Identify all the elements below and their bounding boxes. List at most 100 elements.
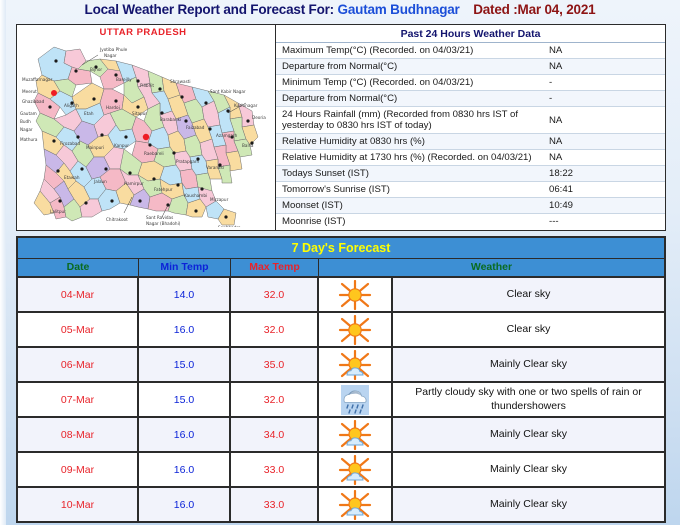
row-value: - bbox=[549, 93, 553, 104]
svg-text:Fatehpur: Fatehpur bbox=[154, 187, 173, 192]
forecast-min-temp: 15.0 bbox=[139, 348, 231, 381]
forecast-max-temp: 33.0 bbox=[231, 453, 319, 486]
column-header-weather: Weather bbox=[470, 261, 513, 273]
svg-text:Barabanki: Barabanki bbox=[160, 117, 181, 122]
top-panel: UTTAR PRADESH Muzaffarnagar Meerut Ghazi… bbox=[16, 24, 666, 231]
row-label: Todays Sunset (IST) bbox=[282, 167, 369, 179]
table-row: 09-Mar 16.0 33.0 Mainly Clear sky bbox=[18, 453, 664, 488]
forecast-min-temp: 16.0 bbox=[139, 453, 231, 486]
forecast-min-temp: 16.0 bbox=[139, 488, 231, 521]
table-row: Departure from Normal(°C) NA bbox=[276, 59, 665, 75]
svg-text:Gautam: Gautam bbox=[20, 111, 37, 116]
table-row: 08-Mar 16.0 34.0 Mainly Clear sky bbox=[18, 418, 664, 453]
forecast-max-temp: 32.0 bbox=[231, 383, 319, 416]
svg-text:Etah: Etah bbox=[84, 111, 94, 116]
forecast-date: 09-Mar bbox=[18, 453, 139, 486]
row-label: Moonset (IST) bbox=[282, 199, 343, 211]
page-title-main: Local Weather Report and Forecast For: bbox=[84, 2, 335, 17]
svg-text:Ghaziabad: Ghaziabad bbox=[22, 99, 45, 104]
svg-text:Kanpur: Kanpur bbox=[114, 143, 129, 148]
row-value: 18:22 bbox=[549, 168, 574, 179]
sun-cloud-icon bbox=[319, 453, 393, 486]
row-value: NA bbox=[549, 152, 563, 163]
row-label: Tomorrow's Sunrise (IST) bbox=[282, 183, 390, 195]
row-value: NA bbox=[549, 45, 563, 56]
forecast-weather-text: Mainly Clear sky bbox=[489, 427, 568, 440]
forecast-date: 05-Mar bbox=[18, 313, 139, 346]
uttar-pradesh-map-icon: Muzaffarnagar Meerut Ghaziabad Gautam Bu… bbox=[20, 46, 266, 227]
column-header-max-temp: Max Temp bbox=[231, 259, 319, 276]
forecast-max-temp: 32.0 bbox=[231, 313, 319, 346]
svg-text:Bijnor: Bijnor bbox=[90, 67, 102, 72]
forecast-min-temp: 14.0 bbox=[139, 278, 231, 311]
svg-text:Lalitpur: Lalitpur bbox=[50, 209, 66, 214]
svg-text:Nagar: Nagar bbox=[104, 53, 117, 58]
forecast-max-temp: 35.0 bbox=[231, 348, 319, 381]
rain-cloud-icon bbox=[319, 383, 393, 416]
svg-text:Nagar (Bhadohi): Nagar (Bhadohi) bbox=[146, 221, 181, 226]
svg-text:Jyotiba Phule: Jyotiba Phule bbox=[99, 47, 128, 52]
svg-text:Bareilly: Bareilly bbox=[116, 77, 132, 82]
forecast-max-temp: 34.0 bbox=[231, 418, 319, 451]
table-row: 10-Mar 16.0 33.0 Mainly Clear sky bbox=[18, 488, 664, 521]
table-row: 06-Mar 15.0 35.0 Mainly Clear sky bbox=[18, 348, 664, 383]
svg-text:Hamirpur: Hamirpur bbox=[124, 181, 144, 186]
table-row: Minimum Temp (°C) (Recorded. on 04/03/21… bbox=[276, 75, 665, 91]
svg-text:Jalaun: Jalaun bbox=[93, 179, 107, 184]
forecast-weather-text: Clear sky bbox=[506, 322, 551, 335]
svg-text:Aligarh: Aligarh bbox=[64, 103, 79, 108]
table-row: 07-Mar 15.0 32.0 Partly cloudy sky with … bbox=[18, 383, 664, 418]
table-row: Tomorrow's Sunrise (IST) 06:41 bbox=[276, 182, 665, 198]
state-map-panel: UTTAR PRADESH Muzaffarnagar Meerut Ghazi… bbox=[17, 25, 276, 230]
forecast-min-temp: 15.0 bbox=[139, 383, 231, 416]
forecast-date: 08-Mar bbox=[18, 418, 139, 451]
table-row: Moonrise (IST) --- bbox=[276, 214, 665, 229]
table-row: 24 Hours Rainfall (mm) (Recorded from 08… bbox=[276, 107, 665, 134]
svg-text:Chitrakoot: Chitrakoot bbox=[106, 217, 128, 222]
svg-text:Muzaffarnagar: Muzaffarnagar bbox=[22, 77, 53, 82]
page-title-date: Dated :Mar 04, 2021 bbox=[473, 2, 596, 17]
forecast-min-temp: 16.0 bbox=[139, 418, 231, 451]
svg-text:Mathura: Mathura bbox=[20, 137, 38, 142]
row-value: 06:41 bbox=[549, 184, 574, 195]
table-row: 05-Mar 16.0 32.0 Clear sky bbox=[18, 313, 664, 348]
seven-day-forecast-table: 7 Day's Forecast Date Min Temp Max Temp … bbox=[16, 236, 666, 523]
sun-cloud-icon bbox=[319, 488, 393, 521]
svg-text:Pilibhit: Pilibhit bbox=[140, 83, 154, 88]
forecast-date: 07-Mar bbox=[18, 383, 139, 416]
svg-text:Sant Kabir Nagar: Sant Kabir Nagar bbox=[210, 89, 246, 94]
forecast-header-row: Date Min Temp Max Temp Weather bbox=[18, 259, 664, 278]
table-row: Relative Humidity at 0830 hrs (%) NA bbox=[276, 134, 665, 150]
forecast-date: 06-Mar bbox=[18, 348, 139, 381]
svg-text:Sonbhadra: Sonbhadra bbox=[218, 225, 241, 227]
svg-text:Varanasi: Varanasi bbox=[206, 165, 224, 170]
forecast-weather-text: Mainly Clear sky bbox=[489, 357, 568, 370]
row-label: 24 Hours Rainfall (mm) (Recorded from 08… bbox=[282, 108, 519, 131]
svg-text:Mainpuri: Mainpuri bbox=[86, 145, 104, 150]
svg-text:Raebareli: Raebareli bbox=[144, 151, 164, 156]
row-value: NA bbox=[549, 136, 563, 147]
forecast-date: 10-Mar bbox=[18, 488, 139, 521]
row-label: Departure from Normal(°C) bbox=[282, 92, 398, 104]
weather-report-page: Local Weather Report and Forecast For: G… bbox=[0, 0, 680, 525]
svg-text:Etawah: Etawah bbox=[64, 175, 80, 180]
forecast-weather-text: Clear sky bbox=[506, 287, 551, 300]
forecast-weather-text: Mainly Clear sky bbox=[489, 497, 568, 510]
past-24-hours-rows: Maximum Temp(°C) (Recorded. on 04/03/21)… bbox=[276, 43, 665, 230]
forecast-min-temp: 16.0 bbox=[139, 313, 231, 346]
svg-text:Ballia: Ballia bbox=[242, 143, 254, 148]
svg-text:Nagar: Nagar bbox=[20, 127, 33, 132]
row-value: NA bbox=[549, 61, 563, 72]
page-title-location: Gautam Budhnagar bbox=[337, 2, 460, 17]
sun-cloud-icon bbox=[319, 418, 393, 451]
svg-text:Deoria: Deoria bbox=[252, 115, 266, 120]
past-24-hours-heading: Past 24 Hours Weather Data bbox=[276, 25, 665, 43]
row-label: Relative Humidity at 0830 hrs (%) bbox=[282, 135, 425, 147]
row-label: Maximum Temp(°C) (Recorded. on 04/03/21) bbox=[282, 44, 474, 56]
row-label: Minimum Temp (°C) (Recorded. on 04/03/21… bbox=[282, 76, 474, 88]
svg-text:Mirzapur: Mirzapur bbox=[210, 197, 229, 202]
row-label: Departure from Normal(°C) bbox=[282, 60, 398, 72]
forecast-date: 04-Mar bbox=[18, 278, 139, 311]
forecast-max-temp: 33.0 bbox=[231, 488, 319, 521]
svg-text:Sant Ravidas: Sant Ravidas bbox=[146, 215, 173, 220]
